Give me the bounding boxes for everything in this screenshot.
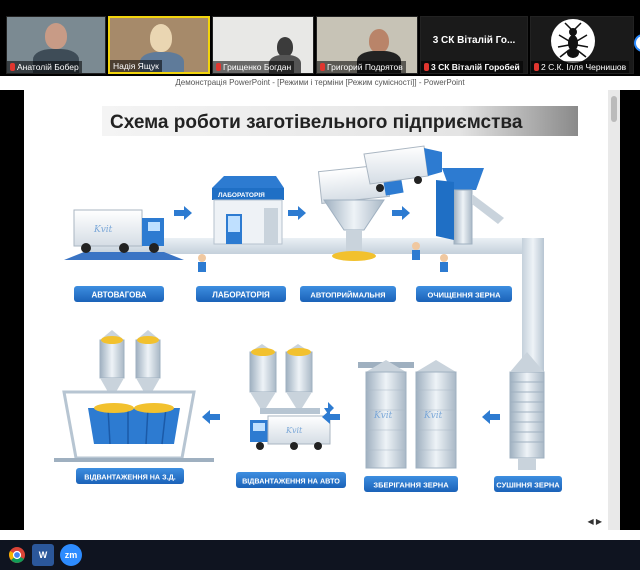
participant-name: Грищенко Богдан xyxy=(213,61,295,73)
arrow-icon xyxy=(288,206,306,220)
station-label-4: СУШІННЯ ЗЕРНА xyxy=(496,481,560,490)
station-label-7: ВІДВАНТАЖЕННЯ НА З.Д. xyxy=(84,473,175,482)
participant-tile[interactable]: Анатолій Бобер xyxy=(6,16,106,74)
participant-name: Анатолій Бобер xyxy=(7,61,82,73)
mic-muted-icon xyxy=(216,63,221,71)
mic-muted-icon xyxy=(534,63,539,71)
participant-tile[interactable]: Григорий Подрятов xyxy=(316,16,418,74)
storage-silos: Kvit Kvit xyxy=(358,360,457,469)
arrow-icon xyxy=(202,410,220,424)
participant-display-name: 3 СК Віталій Го... xyxy=(432,34,516,46)
label-cleaning: ОЧИЩЕННЯ ЗЕРНА xyxy=(416,286,512,302)
slide-area: Схема роботи заготівельного підприємства… xyxy=(0,90,640,530)
chrome-icon[interactable] xyxy=(6,544,28,566)
scrollbar-thumb[interactable] xyxy=(611,96,617,122)
truck-loading: Kvit xyxy=(249,344,334,450)
participant-strip: Анатолій Бобер Надія Ящук Грищенко Богда… xyxy=(0,0,640,76)
slide: Схема роботи заготівельного підприємства… xyxy=(24,90,608,530)
svg-text:Kvit: Kvit xyxy=(373,411,393,421)
word-icon[interactable]: W xyxy=(32,544,54,566)
participant-name: Надія Ящук xyxy=(110,60,162,72)
participant-name: Григорий Подрятов xyxy=(317,61,406,73)
rail-loading xyxy=(54,330,214,462)
participant-tile[interactable]: Грищенко Богдан xyxy=(212,16,314,74)
mic-muted-icon xyxy=(320,63,325,71)
dryer-tower xyxy=(509,352,545,470)
slide-nav-icons[interactable]: ◀ ▶ xyxy=(587,517,602,526)
station-label-2: АВТОПРИЙМАЛЬНЯ xyxy=(310,291,385,300)
station-label-1: ЛАБОРАТОРІЯ xyxy=(212,291,270,300)
lab-sign: ЛАБОРАТОРІЯ xyxy=(218,192,265,199)
svg-text:Kvit: Kvit xyxy=(423,411,443,421)
zoom-screen-share: Анатолій Бобер Надія Ящук Грищенко Богда… xyxy=(0,0,640,570)
slide-title: Схема роботи заготівельного підприємства xyxy=(110,112,523,133)
label-autoweighing: АВТОВАГОВА xyxy=(74,286,164,302)
station-label-5: ЗБЕРІГАННЯ ЗЕРНА xyxy=(373,481,449,490)
scrollbar[interactable] xyxy=(608,90,620,530)
worker-icon xyxy=(412,242,420,260)
cleaning-machine xyxy=(436,168,504,245)
station-label-0: АВТОВАГОВА xyxy=(91,291,146,300)
worker-icon xyxy=(440,254,448,272)
participant-tile[interactable]: 2 С.К. Ілля Чернишов xyxy=(530,16,634,74)
strip-next-button[interactable] xyxy=(634,34,640,52)
mic-muted-icon xyxy=(424,63,429,71)
station-label-3: ОЧИЩЕННЯ ЗЕРНА xyxy=(428,291,502,300)
label-rail-shipping: ВІДВАНТАЖЕННЯ НА З.Д. xyxy=(76,468,184,484)
participant-name: 3 СК Віталій Горобей xyxy=(421,61,523,73)
label-drying: СУШІННЯ ЗЕРНА xyxy=(494,476,562,492)
window-title: Демонстрація PowerPoint - [Режими і терм… xyxy=(0,76,640,90)
label-auto-shipping: ВІДВАНТАЖЕННЯ НА АВТО xyxy=(236,472,346,488)
label-laboratory: ЛАБОРАТОРІЯ xyxy=(196,286,286,302)
mic-muted-icon xyxy=(10,63,15,71)
taskbar: W zm xyxy=(0,540,640,570)
station-label-6: ВІДВАНТАЖЕННЯ НА АВТО xyxy=(242,477,340,486)
zoom-icon[interactable]: zm xyxy=(60,544,82,566)
participant-tile[interactable]: 3 СК Віталій Го... 3 СК Віталій Горобей xyxy=(420,16,528,74)
participant-tile-active[interactable]: Надія Ящук xyxy=(108,16,210,74)
arrow-icon xyxy=(392,206,410,220)
slide-graphic: Схема роботи заготівельного підприємства… xyxy=(54,106,578,492)
svg-text:Kvit: Kvit xyxy=(285,426,303,435)
window-bottom-edge xyxy=(0,530,640,540)
arrow-icon xyxy=(174,206,192,220)
svg-text:Kvit: Kvit xyxy=(93,225,113,235)
worker-icon xyxy=(198,254,206,272)
participant-name: 2 С.К. Ілля Чернишов xyxy=(531,61,630,73)
arrow-icon xyxy=(482,410,500,424)
label-storage: ЗБЕРІГАННЯ ЗЕРНА xyxy=(364,476,458,492)
label-intake: АВТОПРИЙМАЛЬНЯ xyxy=(300,286,396,302)
laboratory-building: ЛАБОРАТОРІЯ xyxy=(212,176,284,245)
